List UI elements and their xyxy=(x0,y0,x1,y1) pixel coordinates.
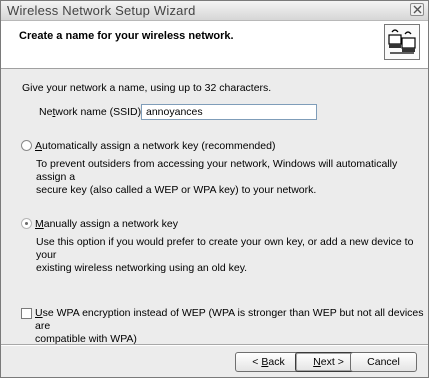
ssid-input[interactable] xyxy=(141,104,317,120)
intro-text: Give your network a name, using up to 32… xyxy=(22,82,272,94)
auto-key-radio[interactable] xyxy=(21,140,32,151)
close-button[interactable] xyxy=(410,3,424,16)
manual-key-label[interactable]: Manually assign a network key xyxy=(35,218,178,230)
window-title: Wireless Network Setup Wizard xyxy=(7,3,196,18)
ssid-label: Network name (SSID): xyxy=(39,106,145,118)
title-bar: Wireless Network Setup Wizard xyxy=(1,1,428,21)
page-title: Create a name for your wireless network. xyxy=(19,30,234,42)
manual-key-radio[interactable] xyxy=(21,218,32,229)
cancel-button[interactable]: Cancel xyxy=(350,352,417,372)
wizard-window: Wireless Network Setup Wizard Create a n… xyxy=(0,0,429,378)
back-button[interactable]: < Back xyxy=(235,352,302,372)
footer-separator xyxy=(1,344,428,346)
wizard-header: Create a name for your wireless network. xyxy=(1,21,428,69)
auto-key-label[interactable]: Automatically assign a network key (reco… xyxy=(35,140,275,152)
wpa-checkbox[interactable] xyxy=(21,308,32,319)
close-icon xyxy=(413,5,422,14)
manual-key-description: Use this option if you would prefer to c… xyxy=(36,236,414,274)
wpa-label[interactable]: Use WPA encryption instead of WEP (WPA i… xyxy=(35,307,428,346)
auto-key-description: To prevent outsiders from accessing your… xyxy=(36,158,398,196)
wireless-wizard-icon xyxy=(384,24,420,60)
